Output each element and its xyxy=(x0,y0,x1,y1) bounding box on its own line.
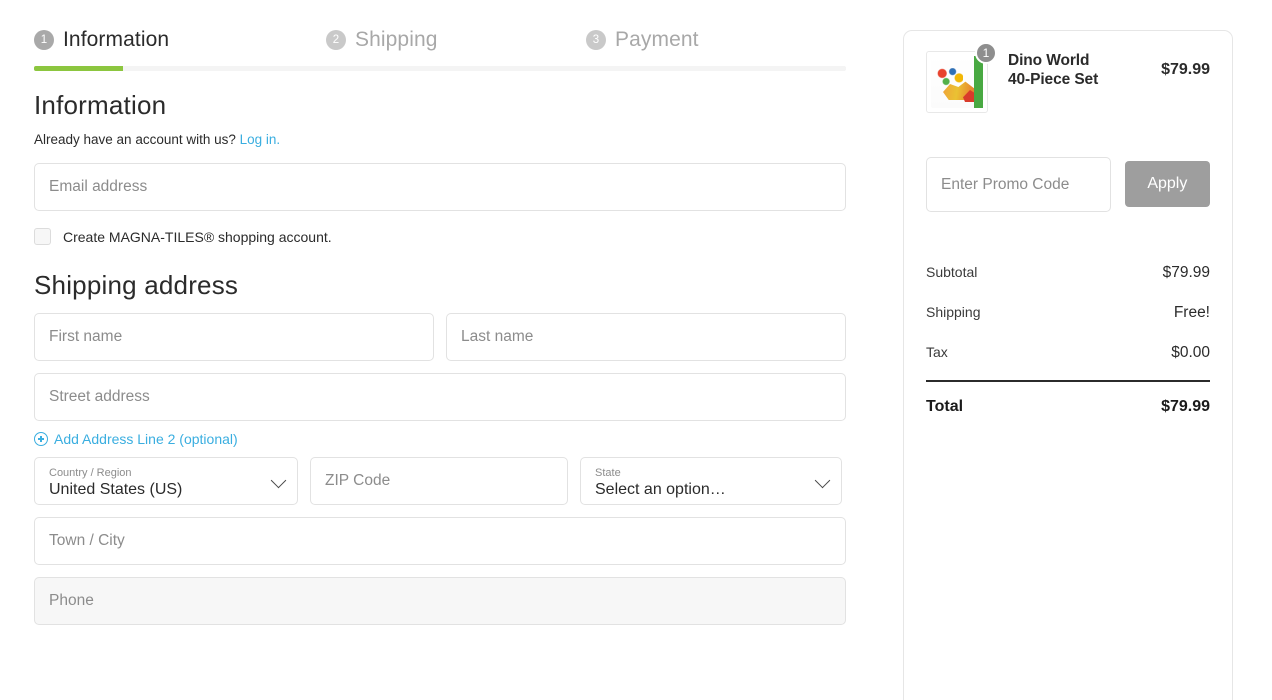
tax-row: Tax $0.00 xyxy=(926,344,1210,362)
add-address-line-2-link[interactable]: Add Address Line 2 (optional) xyxy=(34,431,848,447)
shipping-address-heading: Shipping address xyxy=(34,270,239,300)
apply-promo-button[interactable]: Apply xyxy=(1124,161,1210,207)
state-label: State xyxy=(595,467,621,479)
product-thumbnail-wrap: 1 xyxy=(926,42,997,113)
step-number-badge: 1 xyxy=(34,30,54,50)
phone-input[interactable]: Phone xyxy=(34,577,846,625)
street-field-wrap: Street address xyxy=(34,373,848,421)
create-account-row[interactable]: Create MAGNA-TILES® shopping account. xyxy=(34,228,848,245)
country-region-value: United States (US) xyxy=(49,481,183,498)
plus-circle-icon xyxy=(34,432,48,446)
phone-field-wrap: Phone xyxy=(34,577,848,625)
create-account-label: Create MAGNA-TILES® shopping account. xyxy=(63,228,332,245)
subtotal-row: Subtotal $79.99 xyxy=(926,264,1210,282)
product-title: Dino World 40-Piece Set xyxy=(1008,51,1138,89)
step-label-payment: Payment xyxy=(615,28,699,51)
shipping-row: Shipping Free! xyxy=(926,304,1210,322)
log-in-link[interactable]: Log in. xyxy=(240,132,281,147)
quantity-badge: 1 xyxy=(975,42,997,64)
totals-divider xyxy=(926,380,1210,382)
step-payment[interactable]: 3 Payment xyxy=(586,28,699,52)
step-number-badge: 3 xyxy=(586,30,606,50)
promo-code-row: Enter Promo Code Apply xyxy=(926,157,1210,212)
step-information[interactable]: 1 Information xyxy=(34,28,326,52)
state-value: Select an option… xyxy=(595,481,726,498)
tax-value: $0.00 xyxy=(1171,344,1210,361)
shipping-value: Free! xyxy=(1173,304,1210,321)
checkout-steps: 1 Information 2 Shipping 3 Payment xyxy=(34,0,848,52)
product-price: $79.99 xyxy=(1161,61,1210,78)
step-label-shipping: Shipping xyxy=(355,28,438,51)
town-city-input[interactable]: Town / City xyxy=(34,517,846,565)
state-select[interactable]: State Select an option… xyxy=(580,457,842,505)
step-number-badge: 2 xyxy=(326,30,346,50)
email-field-wrap: Email address xyxy=(34,163,848,211)
step-label-information: Information xyxy=(63,28,170,51)
geo-fields-row: Country / Region United States (US) ZIP … xyxy=(34,457,848,505)
email-input[interactable]: Email address xyxy=(34,163,846,211)
zip-code-input[interactable]: ZIP Code xyxy=(310,457,568,505)
last-name-input[interactable]: Last name xyxy=(446,313,846,361)
chevron-down-icon xyxy=(814,472,831,489)
total-row: Total $79.99 xyxy=(926,398,1210,416)
product-title-line-1: Dino World xyxy=(1008,52,1090,69)
tax-label: Tax xyxy=(926,344,948,360)
add-address-line-2-label: Add Address Line 2 (optional) xyxy=(54,431,238,447)
checkout-page: 1 Information 2 Shipping 3 Payment Infor… xyxy=(0,0,1272,700)
order-summary-card: 1 Dino World 40-Piece Set $79.99 Enter P… xyxy=(903,30,1233,700)
total-value: $79.99 xyxy=(1161,398,1210,415)
product-art-confetti xyxy=(937,68,963,86)
checkout-progress-bar xyxy=(34,66,846,71)
account-prompt-text: Already have an account with us? xyxy=(34,132,236,147)
order-totals: Subtotal $79.99 Shipping Free! Tax $0.00… xyxy=(926,264,1210,416)
city-field-wrap: Town / City xyxy=(34,517,848,565)
checkout-form-column: 1 Information 2 Shipping 3 Payment Infor… xyxy=(34,0,848,700)
step-shipping[interactable]: 2 Shipping xyxy=(326,28,586,52)
promo-code-input[interactable]: Enter Promo Code xyxy=(926,157,1111,212)
account-prompt: Already have an account with us? Log in. xyxy=(34,132,848,147)
product-art-green-spine xyxy=(974,56,983,108)
country-region-label: Country / Region xyxy=(49,467,132,479)
street-address-input[interactable]: Street address xyxy=(34,373,846,421)
create-account-checkbox[interactable] xyxy=(34,228,51,245)
information-heading: Information xyxy=(34,90,167,120)
chevron-down-icon xyxy=(270,472,287,489)
product-title-line-2: 40-Piece Set xyxy=(1008,71,1099,88)
subtotal-value: $79.99 xyxy=(1162,264,1210,281)
country-region-select[interactable]: Country / Region United States (US) xyxy=(34,457,298,505)
order-line-item: 1 Dino World 40-Piece Set $79.99 xyxy=(926,42,1210,113)
progress-fill xyxy=(34,66,124,71)
total-label: Total xyxy=(926,398,964,415)
name-fields-row: First name Last name xyxy=(34,313,848,361)
first-name-input[interactable]: First name xyxy=(34,313,434,361)
subtotal-label: Subtotal xyxy=(926,264,978,280)
shipping-label: Shipping xyxy=(926,304,981,320)
